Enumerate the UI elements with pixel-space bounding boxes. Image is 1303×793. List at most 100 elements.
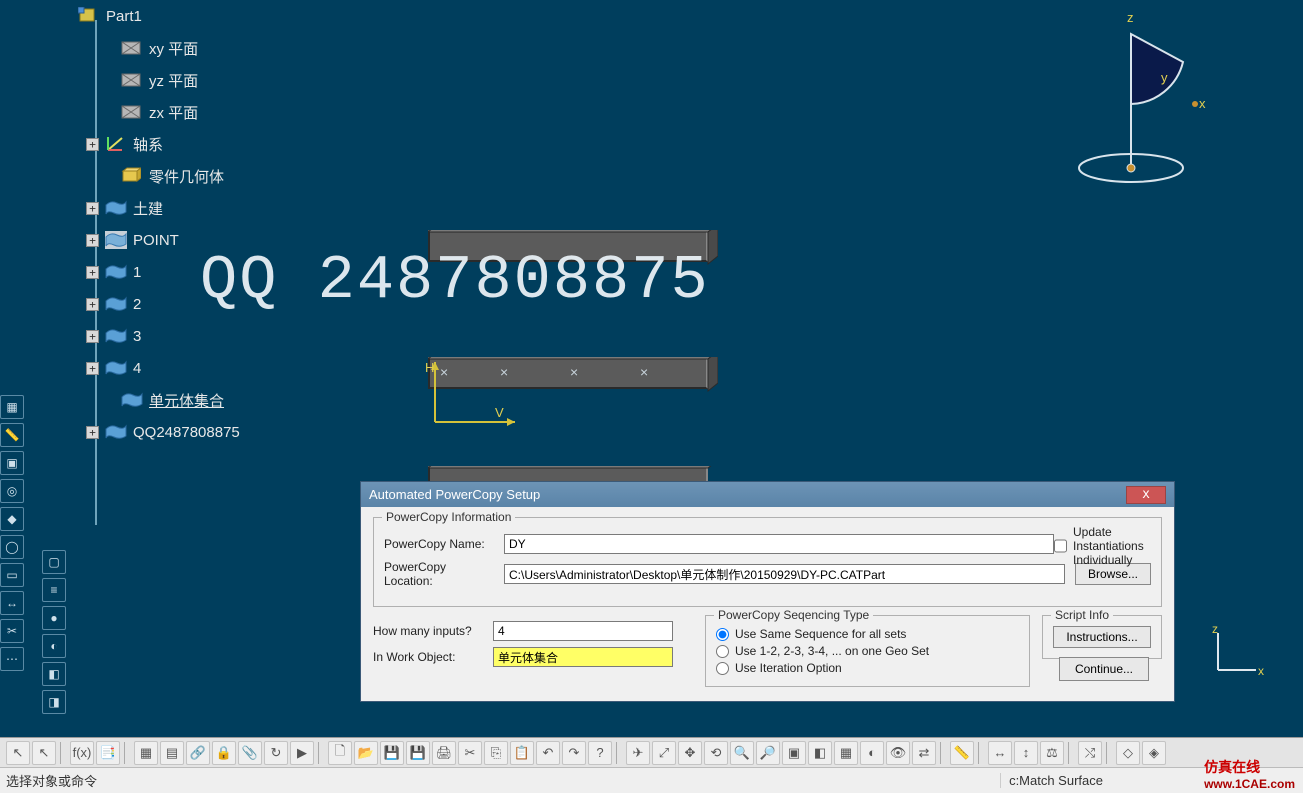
more-icon[interactable]: ⋯ xyxy=(0,647,24,671)
macro-icon[interactable]: ▶ xyxy=(290,741,314,765)
shade-icon[interactable]: ◐ xyxy=(860,741,884,765)
flyto-icon[interactable]: ✈ xyxy=(626,741,650,765)
formula-icon[interactable]: f(x) xyxy=(70,741,94,765)
pan-icon[interactable]: ✥ xyxy=(678,741,702,765)
shape-icon[interactable]: ◆ xyxy=(0,507,24,531)
grid-icon[interactable]: ▤ xyxy=(160,741,184,765)
cube-icon[interactable]: ▣ xyxy=(0,451,24,475)
hide-show-icon[interactable]: 👁 xyxy=(886,741,910,765)
axis-sys-icon[interactable]: ⤭ xyxy=(1078,741,1102,765)
shade-icon[interactable]: ◧ xyxy=(42,662,66,686)
cylinder-icon[interactable]: ◯ xyxy=(0,535,24,559)
swap-icon[interactable]: ⇄ xyxy=(912,741,936,765)
seq-chain-radio[interactable] xyxy=(716,645,729,658)
target-icon[interactable]: ◎ xyxy=(0,479,24,503)
open-icon[interactable]: 📂 xyxy=(354,741,378,765)
save-all-icon[interactable]: 💾 xyxy=(406,741,430,765)
inputs-count-field[interactable] xyxy=(493,621,673,641)
expand-toggle[interactable]: + xyxy=(86,426,99,439)
tree-item-label[interactable]: POINT xyxy=(133,232,179,249)
expand-toggle[interactable]: + xyxy=(86,138,99,151)
tree-item-label[interactable]: yz 平面 xyxy=(149,70,198,91)
rotate-icon[interactable]: ⟲ xyxy=(704,741,728,765)
ruler-icon[interactable]: 📏 xyxy=(0,423,24,447)
view-icon[interactable]: ◨ xyxy=(42,690,66,714)
wireframe-icon[interactable]: ◇ xyxy=(1116,741,1140,765)
pointer-icon[interactable]: ↖ xyxy=(6,741,30,765)
tree-item-label[interactable]: 3 xyxy=(133,328,141,345)
part-icon xyxy=(78,7,98,25)
tree-item-label[interactable]: zx 平面 xyxy=(149,102,198,123)
dim-icon[interactable]: ↔ xyxy=(988,741,1012,765)
iso-view-icon[interactable]: ◧ xyxy=(808,741,832,765)
pointer2-icon[interactable]: ↖ xyxy=(32,741,56,765)
grid-icon[interactable]: ▦ xyxy=(0,395,24,419)
expand-toggle[interactable]: + xyxy=(86,362,99,375)
sheet-icon[interactable]: ▭ xyxy=(0,563,24,587)
dialog-titlebar[interactable]: Automated PowerCopy Setup x xyxy=(361,482,1174,507)
expand-toggle[interactable]: + xyxy=(86,330,99,343)
help-icon[interactable]: ? xyxy=(588,741,612,765)
tree-item-label[interactable]: QQ2487808875 xyxy=(133,424,240,441)
cycle-icon[interactable]: ↻ xyxy=(264,741,288,765)
save-icon[interactable]: 💾 xyxy=(380,741,404,765)
tree-root-label[interactable]: Part1 xyxy=(106,8,142,25)
instructions-button[interactable]: Instructions... xyxy=(1053,626,1151,648)
sphere-icon[interactable]: ● xyxy=(42,606,66,630)
close-button[interactable]: x xyxy=(1126,486,1166,504)
clip-icon[interactable]: 📎 xyxy=(238,741,262,765)
surface-icon[interactable]: ◈ xyxy=(1142,741,1166,765)
table-icon[interactable]: ▦ xyxy=(134,741,158,765)
tree-item-label[interactable]: 轴系 xyxy=(133,134,163,155)
update-individually-input[interactable] xyxy=(1054,525,1067,567)
powercopy-location-input[interactable] xyxy=(504,564,1065,584)
tree-item-label[interactable]: 1 xyxy=(133,264,141,281)
expand-toggle[interactable]: + xyxy=(86,202,99,215)
weight-icon[interactable]: ⚖ xyxy=(1040,741,1064,765)
expand-toggle[interactable]: + xyxy=(86,266,99,279)
beam-geometry[interactable]: ×××× xyxy=(428,357,708,389)
fit-icon[interactable]: ⤢ xyxy=(652,741,676,765)
normal-view-icon[interactable]: ▣ xyxy=(782,741,806,765)
print-icon[interactable]: 🖨 xyxy=(432,741,456,765)
expand-toggle[interactable]: + xyxy=(86,298,99,311)
group-label: PowerCopy Seqencing Type xyxy=(714,608,873,622)
copy-icon[interactable]: ⎘ xyxy=(484,741,508,765)
tree-item-label[interactable]: 土建 xyxy=(133,198,163,219)
expand-toggle[interactable]: + xyxy=(86,234,99,247)
render-icon[interactable]: ◐ xyxy=(42,634,66,658)
compass-widget[interactable]: z y x xyxy=(1073,4,1213,184)
geoset-icon xyxy=(105,327,125,345)
wire-icon[interactable]: ≡ xyxy=(42,578,66,602)
new-icon[interactable]: 🗋 xyxy=(328,741,352,765)
tree-item-label[interactable]: 2 xyxy=(133,296,141,313)
measure-icon[interactable]: ↔ xyxy=(0,591,24,615)
link-icon[interactable]: 🔗 xyxy=(186,741,210,765)
lock-icon[interactable]: 🔒 xyxy=(212,741,236,765)
body-icon xyxy=(121,167,141,185)
update-individually-checkbox[interactable]: Update Instantiations Individually xyxy=(1054,525,1154,567)
tree-item-label[interactable]: 4 xyxy=(133,360,141,377)
clip-icon[interactable]: ✂ xyxy=(0,619,24,643)
continue-button[interactable]: Continue... xyxy=(1059,657,1149,681)
tree-item-label[interactable]: 单元体集合 xyxy=(149,390,224,411)
zoom-in-icon[interactable]: 🔍 xyxy=(730,741,754,765)
tree-item-label[interactable]: 零件几何体 xyxy=(149,166,224,187)
tree-item-label[interactable]: xy 平面 xyxy=(149,38,198,59)
undo-icon[interactable]: ↶ xyxy=(536,741,560,765)
box-icon[interactable]: ▢ xyxy=(42,550,66,574)
zoom-out-icon[interactable]: 🔎 xyxy=(756,741,780,765)
seq-iteration-radio[interactable] xyxy=(716,662,729,675)
redo-icon[interactable]: ↷ xyxy=(562,741,586,765)
in-work-object-field[interactable] xyxy=(493,647,673,667)
multi-view-icon[interactable]: ▦ xyxy=(834,741,858,765)
seq-same-radio[interactable] xyxy=(716,628,729,641)
catalog-icon[interactable]: 📑 xyxy=(96,741,120,765)
spec-tree[interactable]: Part1 xy 平面 yz 平面 zx 平面 + 轴系 零件几何体 + 土建 … xyxy=(78,0,368,448)
cut-icon[interactable]: ✂ xyxy=(458,741,482,765)
beam-geometry[interactable] xyxy=(428,230,708,262)
paste-icon[interactable]: 📋 xyxy=(510,741,534,765)
measure-icon[interactable]: 📏 xyxy=(950,741,974,765)
dim2-icon[interactable]: ↕ xyxy=(1014,741,1038,765)
powercopy-name-input[interactable] xyxy=(504,534,1054,554)
